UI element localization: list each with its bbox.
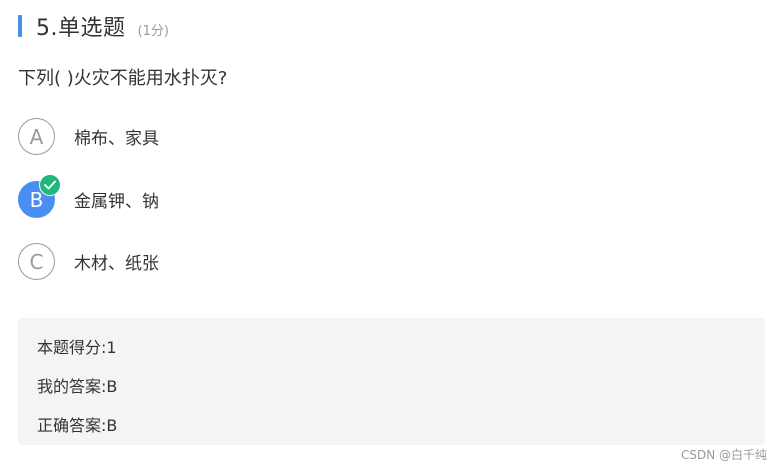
option-c[interactable]: C 木材、纸张 — [18, 243, 159, 280]
option-b-text: 金属钾、钠 — [74, 192, 159, 212]
result-panel: 本题得分:1 我的答案:B 正确答案:B — [18, 318, 765, 445]
question-title: 5.单选题 — [36, 16, 126, 41]
option-c-letter-text: C — [29, 249, 44, 274]
score-result: 本题得分:1 — [37, 338, 117, 357]
question-header: 5.单选题 (1分) — [18, 12, 169, 41]
option-c-text: 木材、纸张 — [74, 254, 159, 274]
accent-bar — [18, 15, 22, 37]
correct-answer: 正确答案:B — [37, 416, 118, 435]
question-stem: 下列( )火灾不能用水扑灭? — [18, 68, 228, 89]
check-icon — [39, 174, 61, 196]
option-a[interactable]: A 棉布、家具 — [18, 118, 159, 155]
option-a-text: 棉布、家具 — [74, 129, 159, 149]
option-a-letter[interactable]: A — [18, 118, 55, 155]
option-c-letter[interactable]: C — [18, 243, 55, 280]
my-answer: 我的答案:B — [37, 377, 118, 396]
watermark: CSDN @白千纯 — [680, 448, 767, 462]
option-b-letter[interactable]: B — [18, 174, 61, 218]
question-score: (1分) — [137, 23, 169, 39]
option-b[interactable]: B 金属钾、钠 — [18, 174, 159, 218]
option-a-letter-text: A — [29, 124, 44, 149]
